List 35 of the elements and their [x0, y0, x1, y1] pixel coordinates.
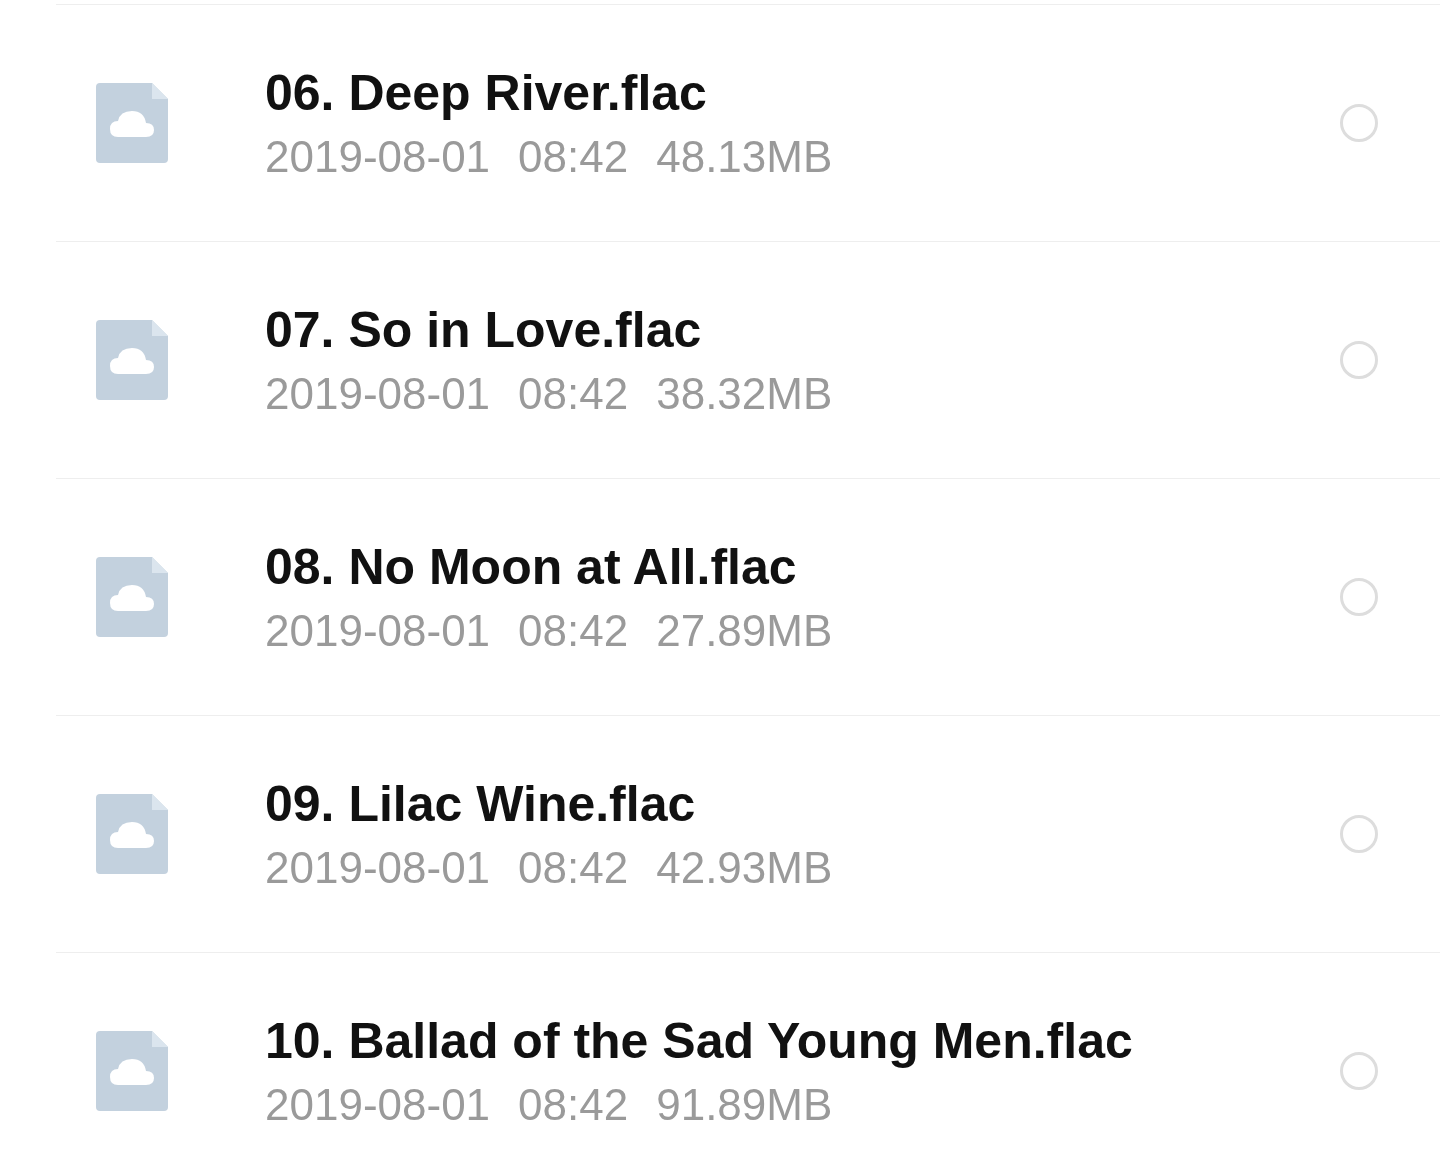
- select-circle[interactable]: [1340, 815, 1378, 853]
- file-date: 2019-08-01: [265, 842, 491, 894]
- select-circle[interactable]: [1340, 341, 1378, 379]
- file-time: 08:42: [518, 368, 629, 420]
- file-time: 08:42: [518, 1079, 629, 1131]
- file-date: 2019-08-01: [265, 605, 491, 657]
- file-size: 42.93MB: [656, 842, 833, 894]
- file-row[interactable]: 09. Lilac Wine.flac 2019-08-01 08:42 42.93MB: [56, 716, 1440, 953]
- cloud-file-icon: [96, 557, 168, 637]
- file-name: 07. So in Love.flac: [265, 301, 703, 360]
- file-name: 06. Deep River.flac: [265, 64, 708, 123]
- file-row[interactable]: 08. No Moon at All.flac 2019-08-01 08:42 27.89MB: [56, 479, 1440, 716]
- cloud-file-icon: [96, 83, 168, 163]
- file-time: 08:42: [518, 131, 629, 183]
- file-row[interactable]: 10. Ballad of the Sad Young Men.flac 2019-08-01 08:42 91.89MB: [56, 953, 1440, 1172]
- file-size: 38.32MB: [656, 368, 833, 420]
- file-name: 09. Lilac Wine.flac: [265, 775, 697, 834]
- file-name: 08. No Moon at All.flac: [265, 538, 798, 597]
- select-circle[interactable]: [1340, 104, 1378, 142]
- file-name: 10. Ballad of the Sad Young Men.flac: [265, 1012, 1134, 1071]
- file-date: 2019-08-01: [265, 131, 491, 183]
- cloud-file-icon: [96, 794, 168, 874]
- cloud-file-icon: [96, 1031, 168, 1111]
- cloud-file-icon: [96, 320, 168, 400]
- file-date: 2019-08-01: [265, 1079, 491, 1131]
- file-size: 27.89MB: [656, 605, 833, 657]
- file-size: 91.89MB: [656, 1079, 833, 1131]
- select-circle[interactable]: [1340, 1052, 1378, 1090]
- select-circle[interactable]: [1340, 578, 1378, 616]
- file-row[interactable]: 06. Deep River.flac 2019-08-01 08:42 48.13MB: [56, 5, 1440, 242]
- file-time: 08:42: [518, 605, 629, 657]
- file-row[interactable]: 07. So in Love.flac 2019-08-01 08:42 38.32MB: [56, 242, 1440, 479]
- file-size: 48.13MB: [656, 131, 833, 183]
- file-time: 08:42: [518, 842, 629, 894]
- file-date: 2019-08-01: [265, 368, 491, 420]
